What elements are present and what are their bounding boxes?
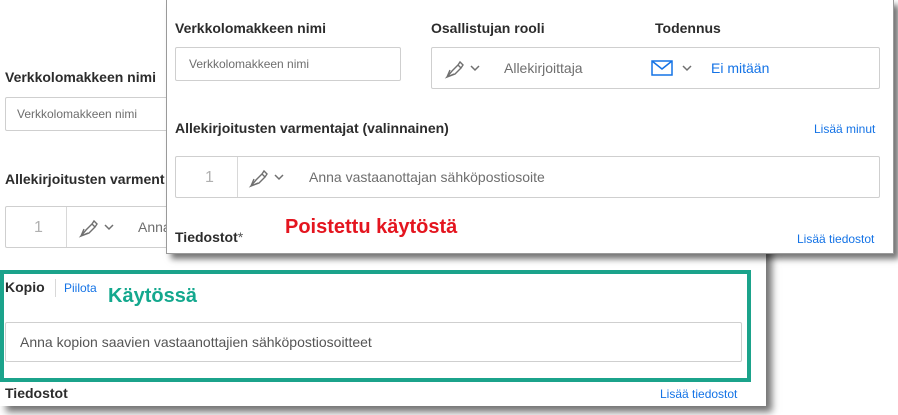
auth-label: Todennus xyxy=(655,20,721,36)
enabled-callout: Käytössä xyxy=(108,285,197,307)
auth-value[interactable]: Ei mitään xyxy=(711,60,769,76)
add-more-link[interactable]: Lisää minut xyxy=(814,122,875,136)
pen-icon[interactable] xyxy=(248,167,270,189)
required-mark: * xyxy=(237,229,244,245)
role-auth-row: Allekirjoittaja Ei mitään xyxy=(431,47,880,89)
role-label: Osallistujan rooli xyxy=(431,20,545,36)
hide-link[interactable]: Piilota xyxy=(64,281,97,295)
chevron-down-icon[interactable] xyxy=(469,64,481,72)
verifier-index: 1 xyxy=(205,169,214,186)
form-name-placeholder: Verkkolomakkeen nimi xyxy=(189,57,310,71)
disabled-callout: Poistettu käytöstä xyxy=(285,216,458,238)
form-name-label: Verkkolomakkeen nimi xyxy=(175,20,326,36)
cc-placeholder: Anna kopion saavien vastaanottajien sähk… xyxy=(20,334,372,350)
row-divider xyxy=(237,157,238,197)
tab-divider xyxy=(55,279,56,297)
role-value[interactable]: Allekirjoittaja xyxy=(504,60,583,76)
files-label: Tiedostot xyxy=(5,385,68,401)
chevron-down-icon[interactable] xyxy=(273,173,285,181)
add-files-link[interactable]: Lisää tiedostot xyxy=(660,387,737,401)
tab-cc[interactable]: Kopio xyxy=(5,279,45,295)
form-name-placeholder: Verkkolomakkeen nimi xyxy=(17,107,138,121)
add-files-link[interactable]: Lisää tiedostot xyxy=(797,232,874,246)
verifier-placeholder: Anna vastaanottajan sähköpostiosoite xyxy=(309,169,545,185)
row-divider xyxy=(66,207,67,247)
form-name-input[interactable]: Verkkolomakkeen nimi xyxy=(175,47,401,81)
chevron-down-icon[interactable] xyxy=(681,64,693,72)
disabled-form-panel: Verkkolomakkeen nimi Verkkolomakkeen nim… xyxy=(166,0,894,254)
form-name-label: Verkkolomakkeen nimi xyxy=(5,69,156,85)
cc-email-input[interactable]: Anna kopion saavien vastaanottajien sähk… xyxy=(5,322,742,362)
pen-icon[interactable] xyxy=(78,217,100,239)
files-label: Tiedostot* xyxy=(175,229,243,245)
verifiers-label: Allekirjoitusten varment xyxy=(5,171,165,187)
pen-icon[interactable] xyxy=(444,58,466,80)
verifier-input-row[interactable]: 1 Anna vastaanottajan sähköpostiosoite xyxy=(175,156,880,198)
chevron-down-icon[interactable] xyxy=(103,223,115,231)
verifiers-label: Allekirjoitusten varmentajat (valinnaine… xyxy=(175,120,449,136)
mail-icon[interactable] xyxy=(651,60,673,76)
files-label-text: Tiedostot xyxy=(175,229,238,245)
verifier-index: 1 xyxy=(34,219,43,236)
